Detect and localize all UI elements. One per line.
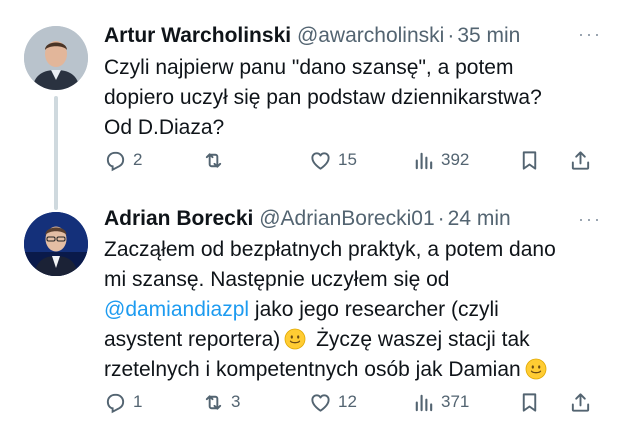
like-icon [311, 151, 330, 170]
share-button[interactable] [569, 146, 592, 174]
tweet-text-line: mi szansę. Następnie uczyłem się od [104, 268, 450, 291]
bookmark-button[interactable] [518, 388, 541, 416]
tweet-text-line: rzetelnych i kompetentnych osób jak Dami… [104, 355, 604, 385]
author-name[interactable]: Artur Warcholinski [104, 24, 291, 47]
slightly-smiling-face-emoji [525, 358, 547, 380]
reply-button[interactable]: 2 [104, 146, 142, 174]
reply-icon [106, 393, 125, 413]
tweet-text-line: Od D.Diaza? [104, 116, 225, 139]
thread-line [54, 96, 58, 210]
tweet-text-line: @damiandiazpl jako jego researcher (czyl… [104, 295, 604, 325]
views-button[interactable]: 392 [412, 146, 469, 174]
views-icon [415, 152, 433, 169]
tweet-text: Zacząłem od bezpłatnych praktyk, a potem… [104, 235, 604, 385]
tweet-text: Czyli najpierw panu "dano szansę", a pot… [104, 53, 604, 143]
like-button[interactable]: 15 [309, 146, 357, 174]
views-count: 392 [441, 150, 470, 169]
views-button[interactable]: 371 [412, 388, 469, 416]
tweet-header: Artur Warcholinski @awarcholinski · 35 min [104, 24, 520, 48]
tweet-text-fragment: rzetelnych i kompetentnych osób jak Dami… [104, 358, 521, 381]
tweet-text-line: Czyli najpierw panu "dano szansę", a pot… [104, 56, 514, 79]
tweet[interactable]: Artur Warcholinski @awarcholinski · 35 min… [0, 0, 624, 210]
timestamp[interactable]: 24 min [448, 207, 511, 230]
tweet-text-line: Zacząłem od bezpłatnych praktyk, a potem… [104, 238, 556, 261]
reply-count: 2 [133, 150, 143, 169]
author-name[interactable]: Adrian Borecki [104, 207, 253, 230]
views-count: 371 [441, 392, 470, 411]
avatar[interactable] [24, 26, 88, 90]
avatar[interactable] [24, 212, 88, 276]
mention-link[interactable]: @damiandiazpl [104, 298, 249, 321]
tweet-text-line: asystent reportera) Życzę waszej stacji … [104, 325, 604, 355]
retweet-button[interactable] [202, 146, 231, 174]
tweet-text-fragment: asystent reportera) [104, 328, 281, 351]
separator-dot: · [447, 24, 455, 47]
tweet-header: Adrian Borecki @AdrianBorecki01 · 24 min [104, 207, 511, 231]
retweet-button[interactable]: 3 [202, 388, 240, 416]
share-icon [571, 392, 590, 412]
like-count: 12 [338, 392, 357, 411]
more-options-button[interactable]: ··· [578, 24, 602, 45]
like-button[interactable]: 12 [309, 388, 357, 416]
reply-button[interactable]: 1 [104, 388, 142, 416]
tweet-text-fragment: Życzę waszej stacji tak [310, 328, 530, 351]
bookmark-button[interactable] [518, 146, 541, 174]
tweet-text-fragment: jako jego researcher (czyli [249, 298, 499, 321]
separator-dot: · [437, 207, 445, 230]
tweet-text-line: dopiero uczył się pan podstaw dziennikar… [104, 86, 542, 109]
author-handle[interactable]: @AdrianBorecki01 [259, 207, 434, 230]
retweet-icon [205, 394, 222, 410]
tweet[interactable]: Adrian Borecki @AdrianBorecki01 · 24 min ·… [0, 196, 624, 427]
slightly-smiling-face-emoji [284, 328, 306, 350]
author-handle[interactable]: @awarcholinski [297, 24, 444, 47]
reply-count: 1 [133, 392, 143, 411]
reply-icon [106, 151, 125, 171]
bookmark-icon [522, 392, 537, 412]
share-button[interactable] [569, 388, 592, 416]
more-options-button[interactable]: ··· [578, 209, 602, 230]
like-count: 15 [338, 150, 357, 169]
retweet-icon [205, 152, 222, 168]
bookmark-icon [522, 150, 537, 170]
like-icon [311, 393, 330, 412]
retweet-count: 3 [231, 392, 241, 411]
share-icon [571, 150, 590, 170]
action-bar: 1 3 12 371 [104, 388, 604, 416]
action-bar: 2 15 392 [104, 146, 604, 174]
views-icon [415, 394, 433, 411]
timestamp[interactable]: 35 min [457, 24, 520, 47]
